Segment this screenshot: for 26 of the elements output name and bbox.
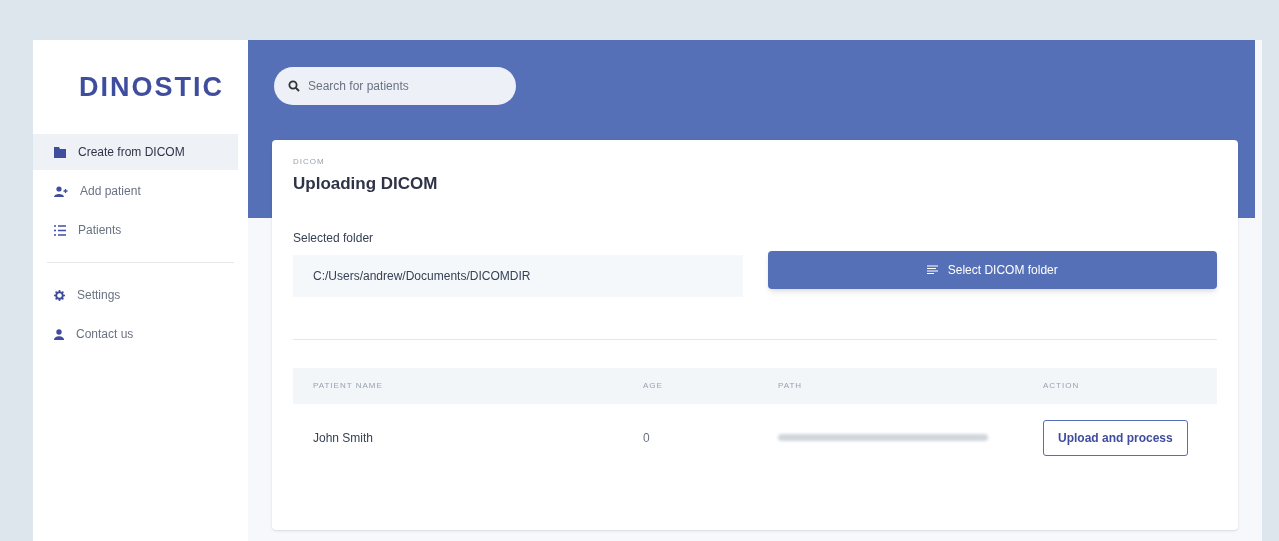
card-title: Uploading DICOM: [293, 173, 439, 195]
upload-process-button[interactable]: Upload and process: [1043, 419, 1188, 456]
logo: DINOSTIC: [79, 70, 224, 104]
overline: DICOM: [293, 156, 326, 168]
sidebar-item[interactable]: Contact us: [33, 316, 238, 352]
column-header: PATIENT NAME: [313, 379, 384, 392]
folder-icon: [54, 146, 66, 158]
sidebar-item[interactable]: Settings: [33, 277, 238, 313]
select-folder-button[interactable]: Select DICOM folder: [767, 250, 1217, 289]
user-icon: [54, 328, 64, 340]
sidebar-item[interactable]: Add patient: [33, 173, 238, 209]
sidebar-item[interactable]: Create from DICOM: [33, 134, 238, 170]
field-label: Selected folder: [293, 229, 375, 247]
column-header: AGE: [643, 379, 664, 392]
search-icon: [288, 80, 300, 92]
column-header: ACTION: [1043, 379, 1081, 392]
table-cell-text: John Smith: [313, 429, 375, 447]
table-cell-text: 0: [643, 429, 651, 447]
user-plus-icon: [54, 185, 68, 197]
list-icon: [926, 265, 938, 274]
sidebar-item[interactable]: Patients: [33, 212, 238, 248]
folder-path-field[interactable]: C:/Users/andrew/Documents/DICOMDIR: [293, 254, 743, 297]
gear-icon: [54, 289, 65, 301]
search-field[interactable]: Search for patients: [274, 67, 516, 105]
list-icon: [54, 224, 66, 236]
column-header: PATH: [778, 379, 804, 392]
